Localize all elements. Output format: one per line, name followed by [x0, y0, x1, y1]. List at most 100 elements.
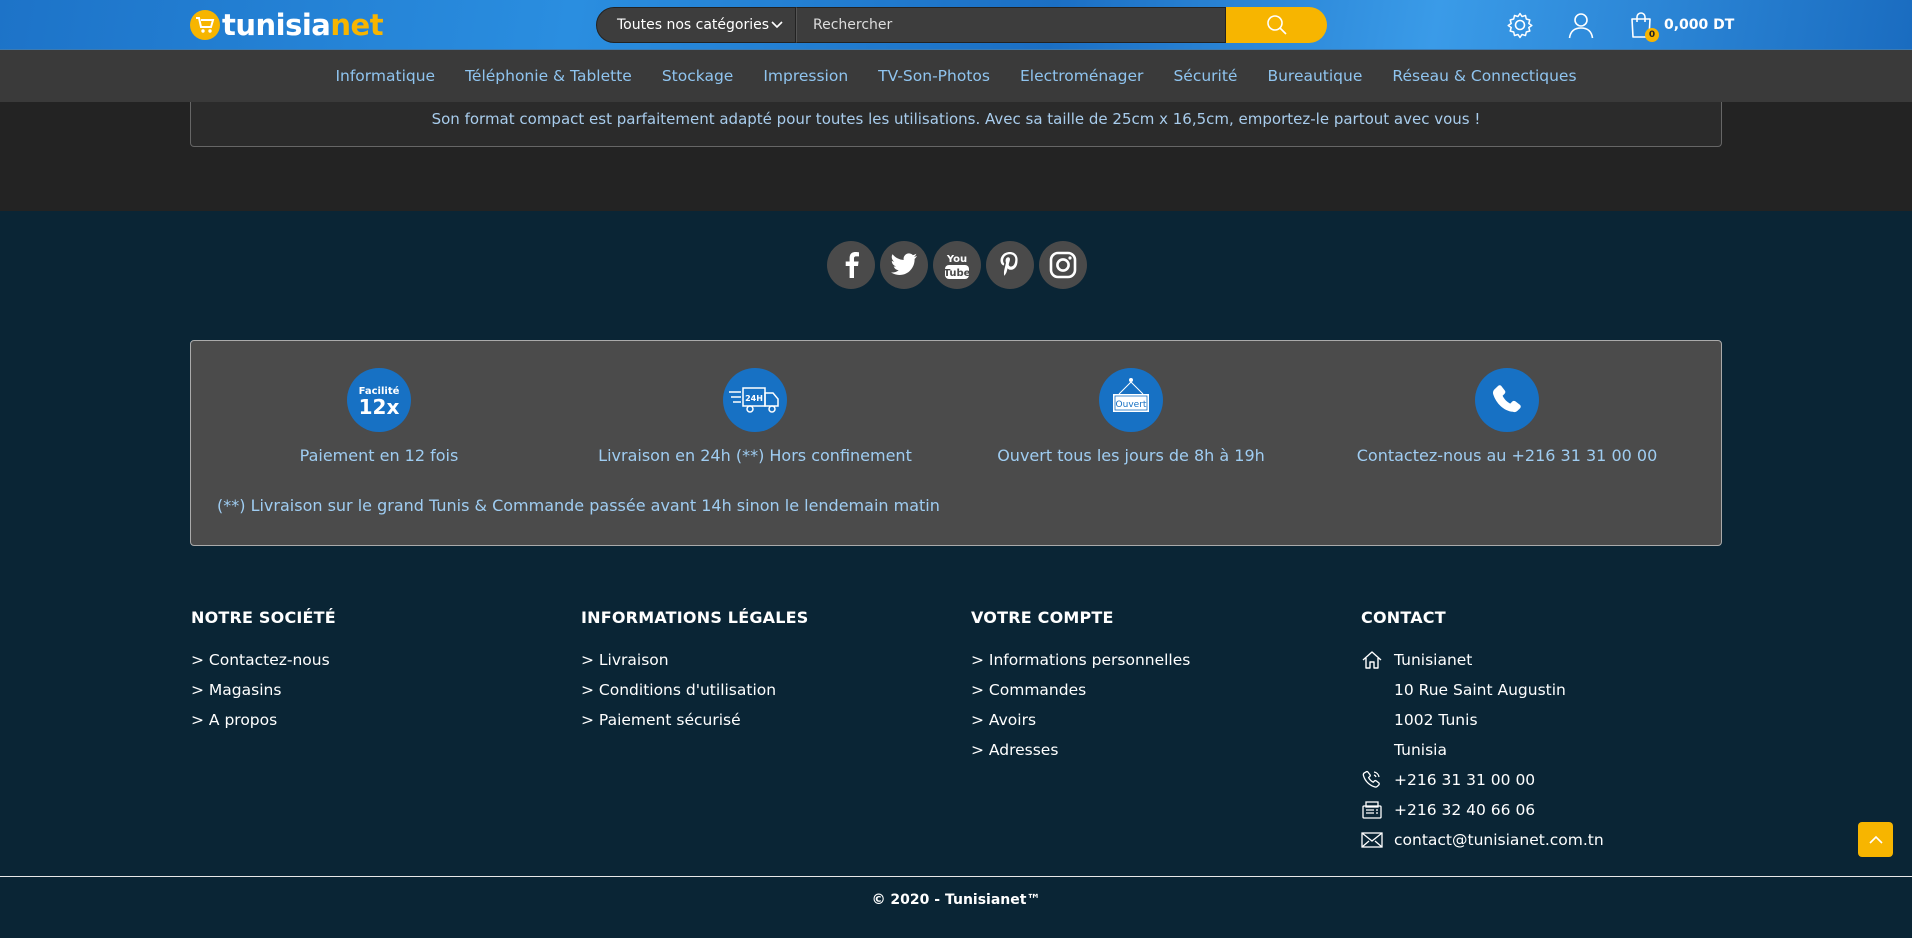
cart-total: 0,000 DT [1664, 17, 1735, 33]
contact-name-row: Tunisianet [1361, 645, 1604, 675]
contact-phone-row: +216 31 31 00 00 [1361, 765, 1604, 795]
contact-phone-link[interactable]: +216 31 31 00 00 [1394, 765, 1535, 795]
contact-email-row: contact@tunisianet.com.tn [1361, 825, 1604, 855]
svg-text:You: You [946, 254, 967, 265]
pinterest-link[interactable] [986, 241, 1034, 289]
footer-heading: NOTRE SOCIÉTÉ [191, 608, 336, 627]
footer-link-adresses[interactable]: > Adresses [971, 735, 1190, 765]
feature-delivery: 24H Livraison en 24h (**) Hors confineme… [567, 368, 943, 465]
instagram-link[interactable] [1039, 241, 1087, 289]
logo-cart-icon [190, 10, 220, 40]
nav-item-informatique[interactable]: Informatique [335, 67, 435, 85]
feature-payment: Facilité 12x Paiement en 12 fois [191, 368, 567, 465]
twitter-link[interactable] [880, 241, 928, 289]
footer-link-commandes[interactable]: > Commandes [971, 675, 1190, 705]
category-select-label: Toutes nos catégories [617, 17, 770, 33]
nav-item-reseau[interactable]: Réseau & Connectiques [1392, 67, 1576, 85]
footer-heading: INFORMATIONS LÉGALES [581, 608, 809, 627]
content-band: Son format compact est parfaitement adap… [0, 102, 1912, 211]
cart-count-badge: 0 [1645, 28, 1659, 42]
phone-call-icon [1361, 770, 1394, 790]
chevron-down-icon [771, 21, 783, 29]
footer-link-paiement[interactable]: > Paiement sécurisé [581, 705, 809, 735]
product-description: Son format compact est parfaitement adap… [190, 102, 1722, 147]
svg-text:Ouvert: Ouvert [1116, 400, 1147, 410]
open-sign-icon: Ouvert [1099, 368, 1163, 432]
cart-button[interactable]: 0 0,000 DT [1630, 9, 1735, 42]
youtube-link[interactable]: You Tube [933, 241, 981, 289]
nav-item-stockage[interactable]: Stockage [662, 67, 734, 85]
footer-link-magasins[interactable]: > Magasins [191, 675, 336, 705]
nav-item-securite[interactable]: Sécurité [1173, 67, 1237, 85]
footer-link-livraison[interactable]: > Livraison [581, 645, 809, 675]
footer-heading: CONTACT [1361, 608, 1446, 627]
search-input[interactable] [796, 7, 1226, 43]
nav-item-telephonie[interactable]: Téléphonie & Tablette [465, 67, 632, 85]
contact-country: Tunisia [1394, 741, 1447, 759]
contact-fax-row: +216 32 40 66 06 [1361, 795, 1604, 825]
nav-item-tv-son-photos[interactable]: TV-Son-Photos [878, 67, 990, 85]
category-select[interactable]: Toutes nos catégories [596, 7, 796, 43]
contact-city: 1002 Tunis [1394, 711, 1478, 729]
search-button[interactable] [1226, 7, 1327, 43]
footer-link-a-propos[interactable]: > A propos [191, 705, 336, 735]
contact-street: 10 Rue Saint Augustin [1394, 681, 1566, 699]
search-icon [1266, 15, 1287, 35]
scroll-to-top-button[interactable] [1858, 822, 1893, 857]
facebook-icon [845, 252, 859, 278]
feature-contact: Contactez-nous au +216 31 31 00 00 [1319, 368, 1695, 465]
feature-label: Contactez-nous au +216 31 31 00 00 [1356, 446, 1658, 465]
footer-col-compte: VOTRE COMPTE > Informations personnelles… [971, 608, 1190, 765]
footer-col-contact: CONTACT Tunisianet 10 Rue Saint Augustin… [1361, 608, 1604, 855]
nav-item-impression[interactable]: Impression [763, 67, 848, 85]
contact-city-row: 1002 Tunis [1361, 705, 1604, 735]
footer-divider [0, 876, 1912, 877]
contact-fax: +216 32 40 66 06 [1394, 801, 1536, 819]
twitter-icon [891, 253, 917, 275]
features-box: Facilité 12x Paiement en 12 fois 24H Liv… [190, 340, 1722, 546]
footer-link-avoirs[interactable]: > Avoirs [971, 705, 1190, 735]
delivery-note: (**) Livraison sur le grand Tunis & Comm… [217, 496, 940, 515]
svg-text:12x: 12x [359, 395, 400, 419]
settings-button[interactable] [1505, 10, 1535, 40]
logo-text: tunisianet [222, 8, 384, 42]
account-button[interactable] [1566, 10, 1596, 40]
delivery-24h-icon: 24H [723, 368, 787, 432]
chevron-up-icon [1868, 835, 1883, 844]
search-bar: Toutes nos catégories [596, 7, 1327, 43]
envelope-icon [1361, 832, 1394, 848]
facebook-link[interactable] [827, 241, 875, 289]
gear-icon [1507, 12, 1533, 39]
footer-link-infos[interactable]: > Informations personnelles [971, 645, 1190, 675]
contact-email-link[interactable]: contact@tunisianet.com.tn [1394, 825, 1604, 855]
copyright: © 2020 - Tunisianet™ [871, 892, 1041, 908]
contact-street-row: 10 Rue Saint Augustin [1361, 675, 1604, 705]
main-nav: Informatique Téléphonie & Tablette Stock… [0, 50, 1912, 102]
footer-col-legal: INFORMATIONS LÉGALES > Livraison > Condi… [581, 608, 809, 735]
footer-col-societe: NOTRE SOCIÉTÉ > Contactez-nous > Magasin… [191, 608, 336, 735]
logo[interactable]: tunisianet [190, 8, 384, 42]
contact-country-row: Tunisia [1361, 735, 1604, 765]
feature-label: Paiement en 12 fois [299, 446, 459, 465]
nav-item-bureautique[interactable]: Bureautique [1267, 67, 1362, 85]
footer-link-contact[interactable]: > Contactez-nous [191, 645, 336, 675]
instagram-icon [1049, 251, 1077, 279]
top-header: tunisianet Toutes nos catégories 0 0,000… [0, 0, 1912, 50]
nav-item-electromenager[interactable]: Electroménager [1020, 67, 1143, 85]
pinterest-icon [1000, 252, 1018, 276]
facilite-12x-icon: Facilité 12x [347, 368, 411, 432]
social-links: You Tube [827, 241, 1087, 289]
footer-heading: VOTRE COMPTE [971, 608, 1114, 627]
feature-opening: Ouvert Ouvert tous les jours de 8h à 19h [943, 368, 1319, 465]
contact-name: Tunisianet [1394, 651, 1473, 669]
fax-icon [1361, 800, 1394, 820]
feature-label: Ouvert tous les jours de 8h à 19h [997, 446, 1265, 465]
feature-label: Livraison en 24h (**) Hors confinement [598, 446, 912, 465]
youtube-icon: You Tube [944, 254, 970, 279]
user-icon [1568, 13, 1594, 39]
footer-link-conditions[interactable]: > Conditions d'utilisation [581, 675, 809, 705]
svg-text:Tube: Tube [944, 268, 970, 279]
phone-icon [1475, 368, 1539, 432]
svg-text:24H: 24H [745, 394, 763, 403]
home-icon [1361, 650, 1394, 670]
